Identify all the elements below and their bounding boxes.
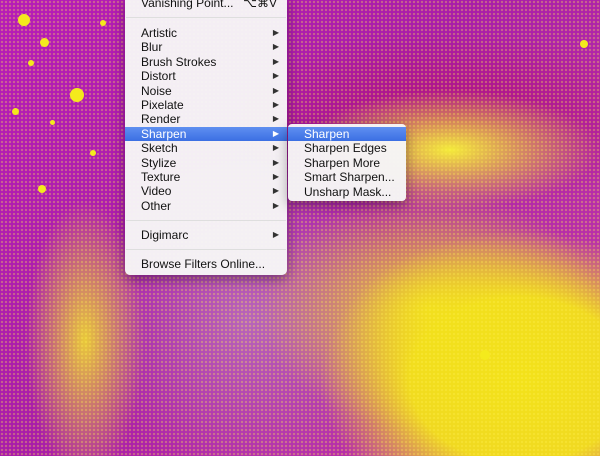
menu-item-digimarc[interactable]: Digimarc ▶ [125, 228, 287, 242]
menu-item-label: Browse Filters Online... [141, 256, 266, 271]
menu-item-label: Render [141, 112, 181, 127]
submenu-item-label: Smart Sharpen... [304, 170, 395, 185]
submenu-arrow-icon: ▶ [272, 143, 279, 153]
submenu-arrow-icon: ▶ [272, 71, 279, 81]
menu-item-blur[interactable]: Blur ▶ [125, 40, 287, 54]
submenu-item-label: Sharpen [304, 127, 350, 141]
menu-item-sharpen[interactable]: Sharpen ▶ [125, 126, 287, 142]
menu-item-label: Video [141, 184, 172, 199]
keyboard-shortcut: ⌥⌘V [243, 0, 277, 10]
menu-item-browse-filters-online[interactable]: Browse Filters Online... [125, 257, 287, 271]
menu-separator [126, 17, 286, 18]
menu-item-label: Distort [141, 69, 176, 84]
sharpen-submenu: Sharpen Sharpen Edges Sharpen More Smart… [288, 124, 406, 201]
menu-item-label: Pixelate [141, 98, 184, 112]
menu-separator [126, 220, 286, 221]
submenu-item-sharpen-more[interactable]: Sharpen More [288, 156, 406, 170]
submenu-item-sharpen-edges[interactable]: Sharpen Edges [288, 141, 406, 155]
menu-item-artistic[interactable]: Artistic ▶ [125, 26, 287, 40]
paint-splatter [18, 14, 30, 26]
photo-canvas [0, 0, 600, 456]
menu-item-label: Noise [141, 83, 172, 98]
paint-splatter [90, 150, 96, 156]
submenu-arrow-icon: ▶ [272, 56, 279, 66]
menu-item-video[interactable]: Video ▶ [125, 184, 287, 198]
paint-splatter [480, 350, 490, 360]
menu-item-distort[interactable]: Distort ▶ [125, 69, 287, 83]
paint-splatter [40, 38, 49, 47]
submenu-arrow-icon: ▶ [272, 100, 279, 109]
submenu-item-smart-sharpen[interactable]: Smart Sharpen... [288, 170, 406, 184]
menu-item-render[interactable]: Render ▶ [125, 112, 287, 126]
menu-item-label: Blur [141, 40, 163, 55]
submenu-item-label: Sharpen Edges [304, 141, 387, 156]
paint-splatter [50, 120, 55, 125]
submenu-arrow-icon: ▶ [272, 128, 279, 138]
submenu-item-unsharp-mask[interactable]: Unsharp Mask... [288, 185, 406, 199]
submenu-arrow-icon: ▶ [272, 229, 279, 239]
menu-item-other[interactable]: Other ▶ [125, 199, 287, 213]
menu-item-texture[interactable]: Texture ▶ [125, 170, 287, 184]
paint-splatter [38, 185, 46, 193]
menu-item-label: Vanishing Point... [141, 0, 234, 10]
paint-splatter [580, 40, 588, 48]
menu-item-sketch[interactable]: Sketch ▶ [125, 141, 287, 155]
menu-item-label: Sketch [141, 141, 178, 156]
paint-splatter [70, 88, 84, 102]
submenu-item-label: Sharpen More [304, 155, 381, 170]
menu-item-label: Brush Strokes [141, 54, 217, 69]
menu-item-noise[interactable]: Noise ▶ [125, 84, 287, 98]
menu-item-label: Stylize [141, 155, 177, 170]
paint-splatter [100, 20, 106, 26]
submenu-arrow-icon: ▶ [272, 157, 279, 167]
submenu-arrow-icon: ▶ [272, 200, 279, 210]
menu-item-label: Sharpen [141, 126, 187, 141]
menu-item-stylize[interactable]: Stylize ▶ [125, 156, 287, 170]
submenu-arrow-icon: ▶ [272, 28, 279, 37]
submenu-arrow-icon: ▶ [272, 42, 279, 52]
paint-splatter [12, 108, 19, 115]
submenu-arrow-icon: ▶ [272, 114, 279, 124]
menu-item-label: Artistic [141, 26, 177, 40]
menu-item-brush-strokes[interactable]: Brush Strokes ▶ [125, 55, 287, 69]
filter-menu: Vanishing Point... ⌥⌘V Artistic ▶ Blur ▶… [125, 0, 287, 275]
menu-item-label: Other [141, 198, 172, 213]
submenu-item-sharpen[interactable]: Sharpen [288, 127, 406, 142]
halftone-texture [0, 0, 600, 456]
submenu-item-label: Unsharp Mask... [304, 184, 392, 199]
submenu-arrow-icon: ▶ [272, 186, 279, 196]
menu-item-pixelate[interactable]: Pixelate ▶ [125, 98, 287, 112]
paint-splatter [28, 60, 34, 66]
menu-separator [126, 249, 286, 250]
submenu-arrow-icon: ▶ [272, 85, 279, 95]
menu-item-label: Digimarc [141, 227, 189, 242]
submenu-arrow-icon: ▶ [272, 172, 279, 181]
menu-item-label: Texture [141, 170, 181, 184]
menu-item-vanishing-point[interactable]: Vanishing Point... ⌥⌘V [125, 0, 287, 10]
